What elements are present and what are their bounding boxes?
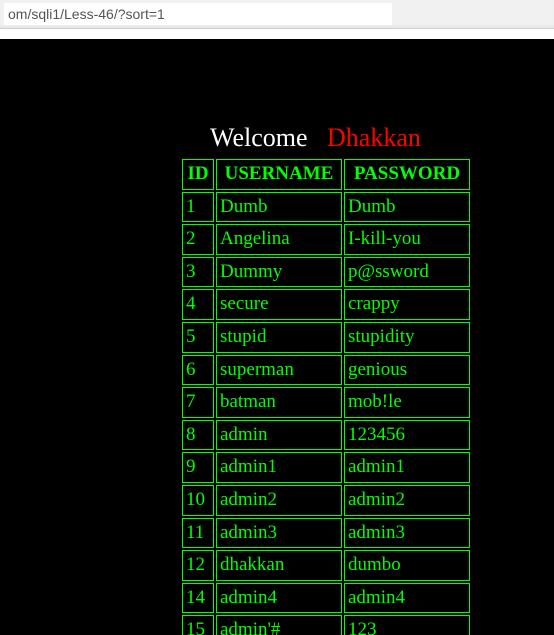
cell-password: admin2 <box>344 485 470 516</box>
cell-username: admin4 <box>216 583 342 614</box>
cell-id: 2 <box>182 224 214 255</box>
cell-id: 4 <box>182 289 214 320</box>
table-row: 11admin3admin3 <box>182 518 470 549</box>
cell-password: crappy <box>344 289 470 320</box>
col-header-password: PASSWORD <box>344 159 470 190</box>
cell-id: 8 <box>182 420 214 451</box>
users-table: ID USERNAME PASSWORD 1DumbDumb2AngelinaI… <box>180 157 472 635</box>
cell-username: admin'# <box>216 615 342 635</box>
browser-address-bar <box>0 0 554 29</box>
cell-id: 7 <box>182 387 214 418</box>
table-header-row: ID USERNAME PASSWORD <box>182 159 470 190</box>
page-title-plain: Welcome <box>210 123 327 152</box>
cell-password: genious <box>344 355 470 386</box>
cell-id: 3 <box>182 257 214 288</box>
cell-username: superman <box>216 355 342 386</box>
cell-password: admin3 <box>344 518 470 549</box>
cell-password: admin1 <box>344 452 470 483</box>
page-title: Welcome Dhakkan <box>210 123 550 153</box>
cell-id: 11 <box>182 518 214 549</box>
table-row: 5stupidstupidity <box>182 322 470 353</box>
cell-username: stupid <box>216 322 342 353</box>
cell-id: 1 <box>182 192 214 223</box>
url-input[interactable] <box>4 3 392 25</box>
cell-password: stupidity <box>344 322 470 353</box>
table-row: 8admin123456 <box>182 420 470 451</box>
cell-id: 14 <box>182 583 214 614</box>
cell-id: 9 <box>182 452 214 483</box>
cell-id: 12 <box>182 550 214 581</box>
cell-username: admin2 <box>216 485 342 516</box>
table-row: 15admin'#123 <box>182 615 470 635</box>
browser-toolbar-gap <box>0 29 554 39</box>
table-row: 14admin4admin4 <box>182 583 470 614</box>
cell-username: admin <box>216 420 342 451</box>
cell-username: admin3 <box>216 518 342 549</box>
cell-password: 123456 <box>344 420 470 451</box>
table-row: 7batmanmob!le <box>182 387 470 418</box>
cell-password: admin4 <box>344 583 470 614</box>
table-body: 1DumbDumb2AngelinaI-kill-you3Dummyp@sswo… <box>182 192 470 635</box>
cell-username: Angelina <box>216 224 342 255</box>
col-header-id: ID <box>182 159 214 190</box>
table-row: 2AngelinaI-kill-you <box>182 224 470 255</box>
content-wrap: Welcome Dhakkan ID USERNAME PASSWORD 1Du… <box>180 123 550 635</box>
table-row: 9admin1admin1 <box>182 452 470 483</box>
cell-id: 15 <box>182 615 214 635</box>
cell-password: dumbo <box>344 550 470 581</box>
table-row: 12dhakkandumbo <box>182 550 470 581</box>
col-header-username: USERNAME <box>216 159 342 190</box>
cell-password: 123 <box>344 615 470 635</box>
cell-password: I-kill-you <box>344 224 470 255</box>
cell-password: p@ssword <box>344 257 470 288</box>
table-row: 1DumbDumb <box>182 192 470 223</box>
cell-username: Dummy <box>216 257 342 288</box>
table-row: 3Dummyp@ssword <box>182 257 470 288</box>
table-row: 6supermangenious <box>182 355 470 386</box>
cell-password: Dumb <box>344 192 470 223</box>
cell-id: 5 <box>182 322 214 353</box>
cell-id: 6 <box>182 355 214 386</box>
page-body: Welcome Dhakkan ID USERNAME PASSWORD 1Du… <box>0 39 554 635</box>
cell-username: admin1 <box>216 452 342 483</box>
cell-username: Dumb <box>216 192 342 223</box>
cell-password: mob!le <box>344 387 470 418</box>
cell-username: batman <box>216 387 342 418</box>
table-row: 10admin2admin2 <box>182 485 470 516</box>
table-row: 4securecrappy <box>182 289 470 320</box>
cell-username: dhakkan <box>216 550 342 581</box>
cell-id: 10 <box>182 485 214 516</box>
cell-username: secure <box>216 289 342 320</box>
page-title-highlight: Dhakkan <box>327 123 421 152</box>
